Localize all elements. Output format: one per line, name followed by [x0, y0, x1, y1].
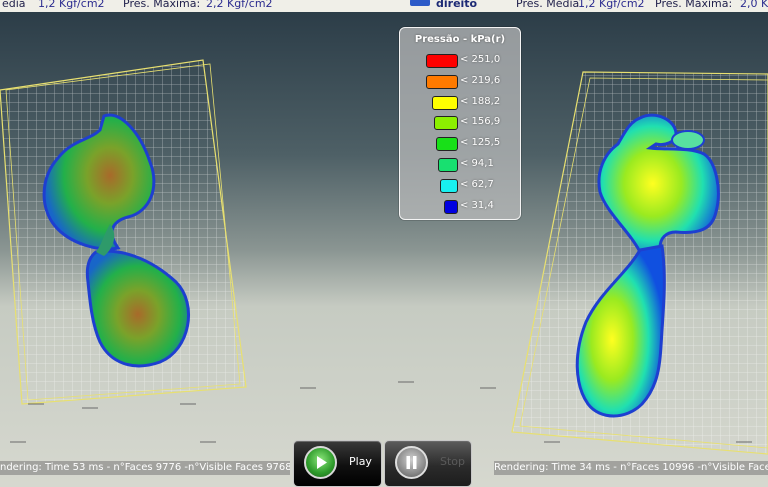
- play-icon: [304, 446, 337, 479]
- legend-label: < 125,5: [460, 137, 501, 149]
- left-average-pressure-label: edia: [2, 0, 26, 10]
- left-render-status: ndering: Time 53 ms - n°Faces 9776 -n°Vi…: [0, 461, 290, 475]
- legend-item: < 94,1: [400, 156, 520, 172]
- legend-label: < 156,9: [460, 116, 501, 128]
- legend-label: < 219,6: [460, 74, 501, 86]
- legend-item: < 188,2: [400, 94, 520, 110]
- legend-swatch: [444, 199, 458, 214]
- legend-label: < 62,7: [460, 178, 494, 190]
- right-foot-label: direito: [436, 0, 478, 10]
- legend-swatch: [434, 116, 458, 131]
- play-label: Play: [349, 455, 372, 468]
- legend-swatch: [438, 158, 458, 172]
- legend-item: < 62,7: [400, 177, 520, 193]
- legend-swatch: [426, 54, 458, 68]
- stop-label: Stop: [440, 455, 466, 468]
- right-max-pressure-label: Pres. Máxima:: [655, 0, 733, 10]
- legend-swatch: [436, 137, 458, 152]
- left-max-pressure-label: Pres. Máxima:: [123, 0, 201, 10]
- pressure-legend: Pressão - kPa(r) < 251,0 < 219,6 < 188,2 < …: [399, 27, 521, 220]
- legend-label: < 94,1: [460, 158, 494, 169]
- pause-icon: [395, 446, 428, 479]
- right-average-pressure-label: Pres. Média: [516, 0, 580, 10]
- legend-swatch: [426, 74, 458, 89]
- legend-label: < 251,0: [460, 54, 501, 65]
- legend-label: < 31,4: [460, 199, 494, 211]
- right-average-pressure-value: 1,2 Kgf/cm2: [578, 0, 645, 10]
- legend-item: < 125,5: [400, 135, 520, 152]
- legend-swatch: [432, 95, 458, 110]
- right-foot-color-swatch: [410, 0, 430, 6]
- right-max-pressure-value: 2,0 Kgf: [740, 0, 768, 10]
- legend-title: Pressão - kPa(r): [414, 34, 506, 45]
- legend-item: < 251,0: [400, 52, 520, 68]
- play-button[interactable]: Play: [293, 440, 382, 487]
- stop-button[interactable]: Stop: [384, 440, 472, 487]
- pressure-3d-viewport[interactable]: [0, 12, 768, 487]
- left-average-pressure-value: 1,2 Kgf/cm2: [38, 0, 105, 10]
- right-render-status: Rendering: Time 34 ms - n°Faces 10996 -n…: [494, 461, 768, 475]
- legend-item: < 219,6: [400, 73, 520, 89]
- legend-item: < 156,9: [400, 114, 520, 131]
- legend-label: < 188,2: [460, 95, 501, 107]
- left-max-pressure-value: 2,2 Kgf/cm2: [206, 0, 273, 10]
- pressure-scene-graphic: [0, 59, 768, 455]
- legend-swatch: [440, 178, 458, 193]
- legend-item: < 31,4: [400, 198, 520, 214]
